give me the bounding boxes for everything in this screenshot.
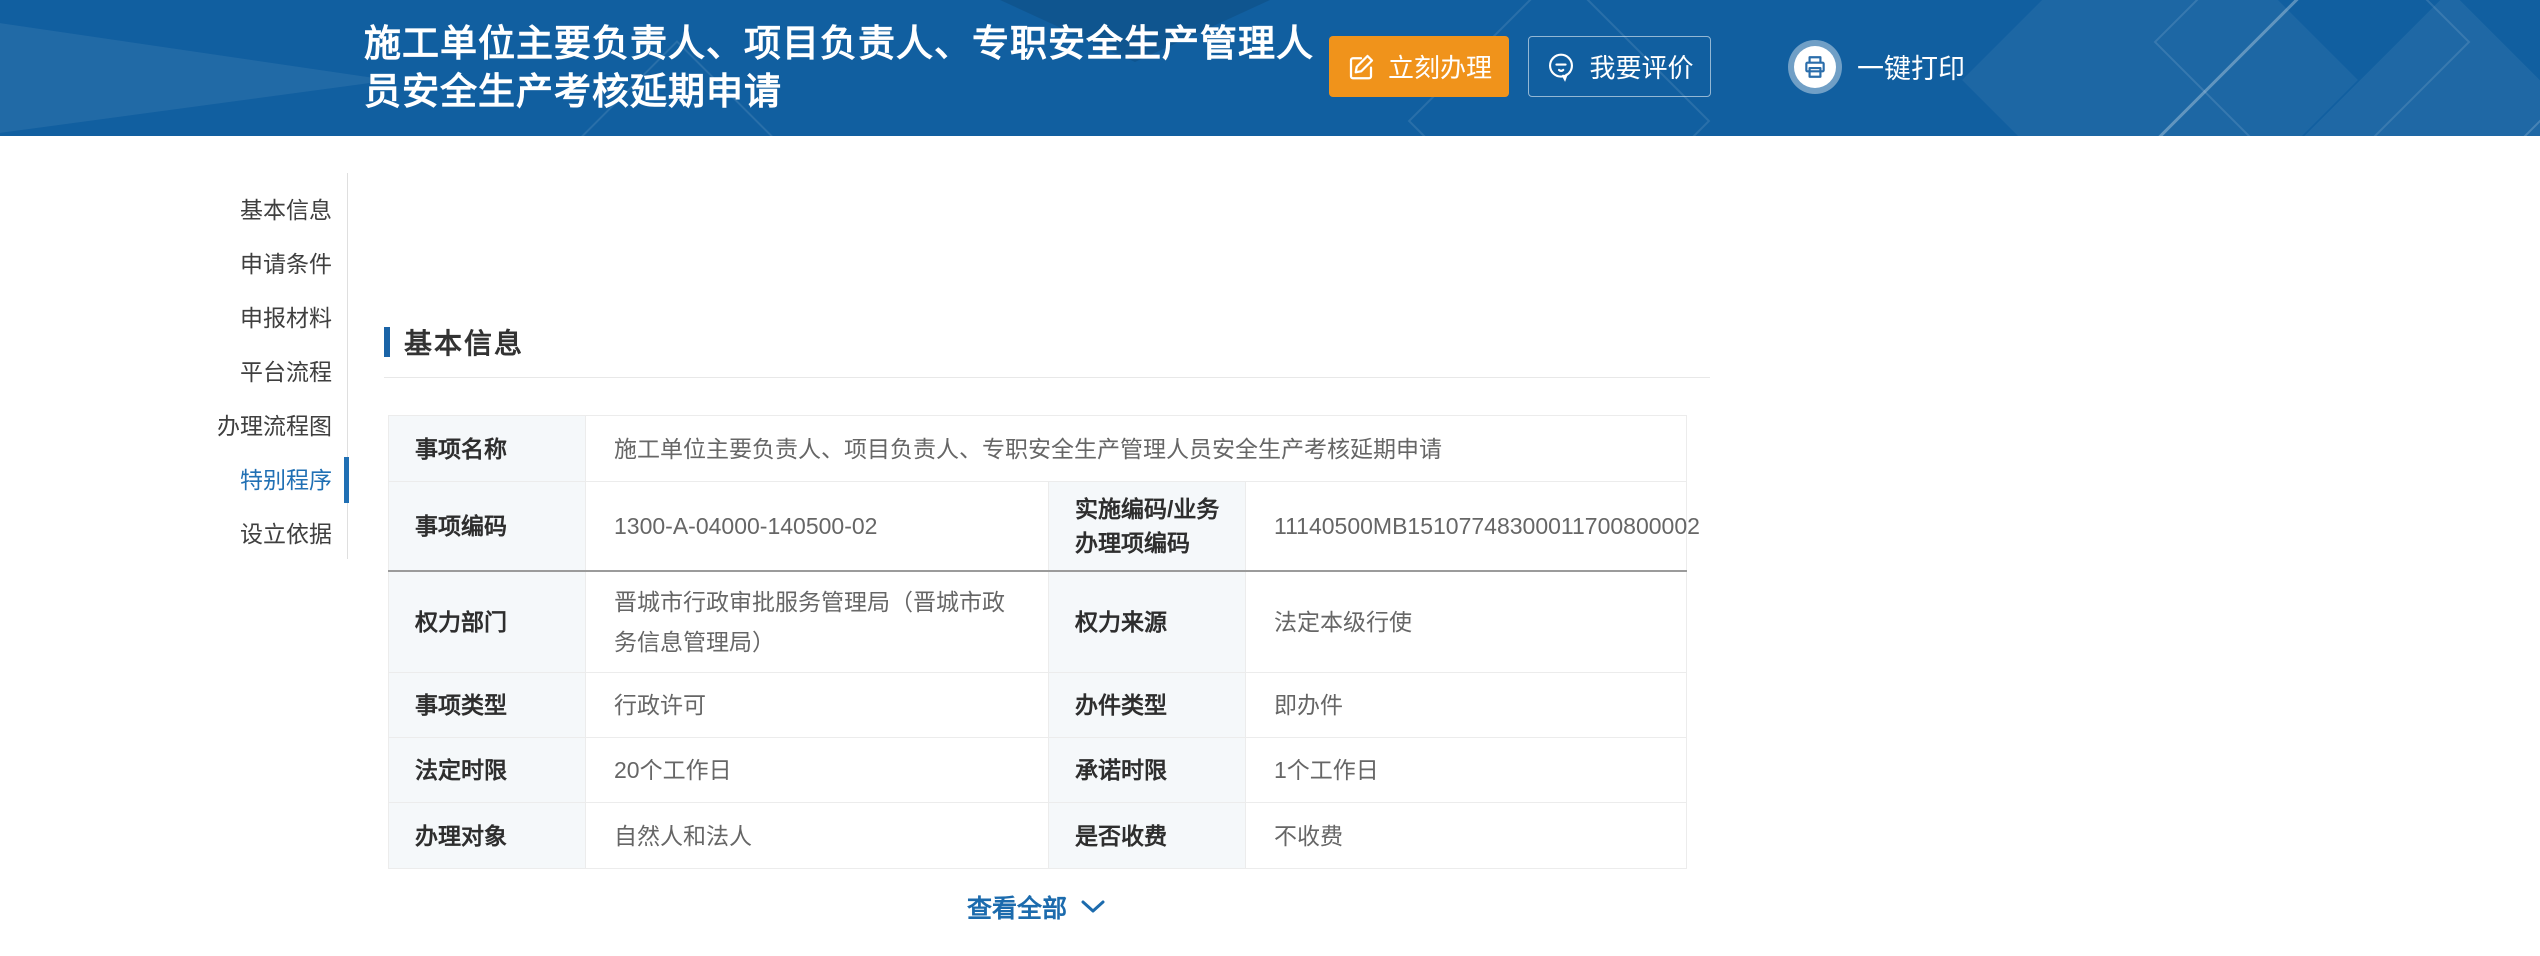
row-value: 1个工作日 xyxy=(1246,738,1687,803)
row-label: 承诺时限 xyxy=(1049,738,1246,803)
evaluate-label: 我要评价 xyxy=(1589,48,1693,85)
row-label: 事项编码 xyxy=(389,482,586,572)
edit-icon xyxy=(1346,52,1376,82)
sidebar-item-establishment-basis[interactable]: 设立依据 xyxy=(0,507,332,561)
section-title: 基本信息 xyxy=(404,322,524,362)
chat-icon xyxy=(1545,51,1577,83)
row-label: 实施编码/业务办理项编码 xyxy=(1049,482,1246,572)
apply-now-button[interactable]: 立刻办理 xyxy=(1329,36,1509,97)
row-label: 法定时限 xyxy=(389,738,586,803)
row-value: 行政许可 xyxy=(586,673,1049,738)
table-row: 办理对象 自然人和法人 是否收费 不收费 xyxy=(389,803,1687,869)
table-row: 事项类型 行政许可 办件类型 即办件 xyxy=(389,673,1687,738)
sidebar-active-marker xyxy=(344,457,349,503)
decor-shape xyxy=(0,22,390,134)
page-title: 施工单位主要负责人、项目负责人、专职安全生产管理人员安全生产考核延期申请 xyxy=(364,20,1314,116)
row-label: 办件类型 xyxy=(1049,673,1246,738)
view-all-button[interactable]: 查看全部 xyxy=(388,889,1686,925)
table-row: 事项名称 施工单位主要负责人、项目负责人、专职安全生产管理人员安全生产考核延期申… xyxy=(389,416,1687,482)
page-header: 施工单位主要负责人、项目负责人、专职安全生产管理人员安全生产考核延期申请 立刻办… xyxy=(0,0,2540,136)
basic-info-table: 事项名称 施工单位主要负责人、项目负责人、专职安全生产管理人员安全生产考核延期申… xyxy=(388,415,1687,869)
section-header: 基本信息 xyxy=(384,322,524,362)
decor-shape xyxy=(2280,0,2540,136)
decor-shape xyxy=(2027,0,2326,136)
row-label: 是否收费 xyxy=(1049,803,1246,869)
sidebar-nav: 基本信息 申请条件 申报材料 平台流程 办理流程图 特别程序 设立依据 xyxy=(0,183,332,561)
row-label: 权力部门 xyxy=(389,571,586,673)
sidebar-item-platform-process[interactable]: 平台流程 xyxy=(0,345,332,399)
row-value: 自然人和法人 xyxy=(586,803,1049,869)
chevron-down-icon xyxy=(1079,898,1107,916)
page: 施工单位主要负责人、项目负责人、专职安全生产管理人员安全生产考核延期申请 立刻办… xyxy=(0,0,2540,956)
row-value: 法定本级行使 xyxy=(1246,571,1687,673)
section-divider xyxy=(384,377,1710,378)
sidebar-item-application-materials[interactable]: 申报材料 xyxy=(0,291,332,345)
one-click-print-label: 一键打印 xyxy=(1857,47,1965,86)
row-value: 20个工作日 xyxy=(586,738,1049,803)
evaluate-button[interactable]: 我要评价 xyxy=(1528,36,1711,97)
row-value: 晋城市行政审批服务管理局（晋城市政务信息管理局） xyxy=(586,571,1049,673)
row-value: 1300-A-04000-140500-02 xyxy=(586,482,1049,572)
view-all-label: 查看全部 xyxy=(967,889,1067,925)
row-value: 即办件 xyxy=(1246,673,1687,738)
table-row: 法定时限 20个工作日 承诺时限 1个工作日 xyxy=(389,738,1687,803)
apply-now-label: 立刻办理 xyxy=(1388,48,1492,85)
printer-icon xyxy=(1788,40,1842,94)
section-accent-bar xyxy=(384,327,390,357)
row-label: 权力来源 xyxy=(1049,571,1246,673)
table-row: 事项编码 1300-A-04000-140500-02 实施编码/业务办理项编码… xyxy=(389,482,1687,572)
row-label: 事项类型 xyxy=(389,673,586,738)
row-value: 11140500MB15107748300011700800002 xyxy=(1246,482,1687,572)
row-label: 事项名称 xyxy=(389,416,586,482)
decor-shape xyxy=(2364,83,2540,136)
sidebar-item-process-flowchart[interactable]: 办理流程图 xyxy=(0,399,332,453)
one-click-print-button[interactable]: 一键打印 xyxy=(1788,36,1965,97)
decor-shape xyxy=(2154,0,2471,136)
sidebar-item-application-conditions[interactable]: 申请条件 xyxy=(0,237,332,291)
sidebar-item-basic-info[interactable]: 基本信息 xyxy=(0,183,332,237)
sidebar-item-special-procedure[interactable]: 特别程序 xyxy=(0,453,332,507)
row-value: 不收费 xyxy=(1246,803,1687,869)
decor-shape xyxy=(1962,0,2358,136)
row-label: 办理对象 xyxy=(389,803,586,869)
table-row: 权力部门 晋城市行政审批服务管理局（晋城市政务信息管理局） 权力来源 法定本级行… xyxy=(389,571,1687,673)
row-value: 施工单位主要负责人、项目负责人、专职安全生产管理人员安全生产考核延期申请 xyxy=(586,416,1687,482)
